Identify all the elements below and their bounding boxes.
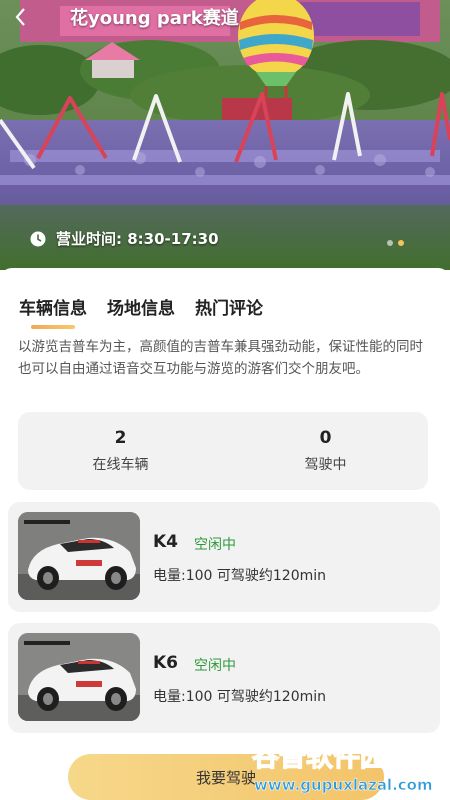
car-battery-info: 电量:100 可驾驶约120min [153,689,327,705]
stat-online-value: 2 [114,428,127,448]
car-card[interactable]: K4 空闲中 电量:100 可驾驶约120min [8,502,440,612]
stat-driving: 0 驾驶中 [223,412,428,490]
carousel-indicator [387,240,404,246]
hero-banner[interactable]: 花young park赛道 营业时间: 8:30-17:30 [0,0,450,270]
watermark-logo: 谷普软件园 www.gupuxlazal.com [251,740,433,794]
car-photo [18,512,140,600]
tab-hot-reviews[interactable]: 热门评论 [195,294,263,329]
car-status: 空闲中 [194,658,236,674]
car-status: 空闲中 [194,537,236,553]
car-image [18,633,140,721]
car-name: K4 [153,532,179,552]
opening-hours-text: 营业时间: 8:30-17:30 [56,230,219,248]
chevron-left-icon [15,8,25,26]
vehicle-description: 以游览吉普车为主，高颜值的吉普车兼具强劲动能，保证性能的同时也可以自由通过语音交… [18,339,423,377]
car-image [18,512,140,600]
carousel-dot[interactable] [387,240,393,246]
car-name: K6 [153,653,179,673]
car-photo [18,633,140,721]
stat-online-label: 在线车辆 [92,457,149,473]
tab-vehicle-info[interactable]: 车辆信息 [19,294,87,329]
vehicle-stats: 2 在线车辆 0 驾驶中 [18,412,428,490]
watermark-title: 谷普软件园 [252,741,387,773]
site-watermark: 谷普软件园 www.gupuxlazal.com [248,734,450,800]
stat-online: 2 在线车辆 [18,412,223,490]
tab-bar: 车辆信息 场地信息 热门评论 [19,294,263,329]
page-title: 花young park赛道 [70,8,239,29]
back-button[interactable] [0,0,40,34]
top-nav: 花young park赛道 [0,0,450,34]
car-card[interactable]: K6 空闲中 电量:100 可驾驶约120min [8,623,440,733]
app-screen: 花young park赛道 营业时间: 8:30-17:30 车辆信息 场地信息… [0,0,450,800]
opening-hours: 营业时间: 8:30-17:30 [30,228,219,249]
stat-driving-value: 0 [319,428,332,448]
stat-driving-label: 驾驶中 [304,457,347,473]
tab-venue-info[interactable]: 场地信息 [107,294,175,329]
car-battery-info: 电量:100 可驾驶约120min [153,568,327,584]
carousel-dot-active[interactable] [398,240,404,246]
watermark-url: www.gupuxlazal.com [254,776,433,794]
clock-icon [30,231,46,246]
venue-content: 车辆信息 场地信息 热门评论 以游览吉普车为主，高颜值的吉普车兼具强劲动能，保证… [0,268,450,800]
